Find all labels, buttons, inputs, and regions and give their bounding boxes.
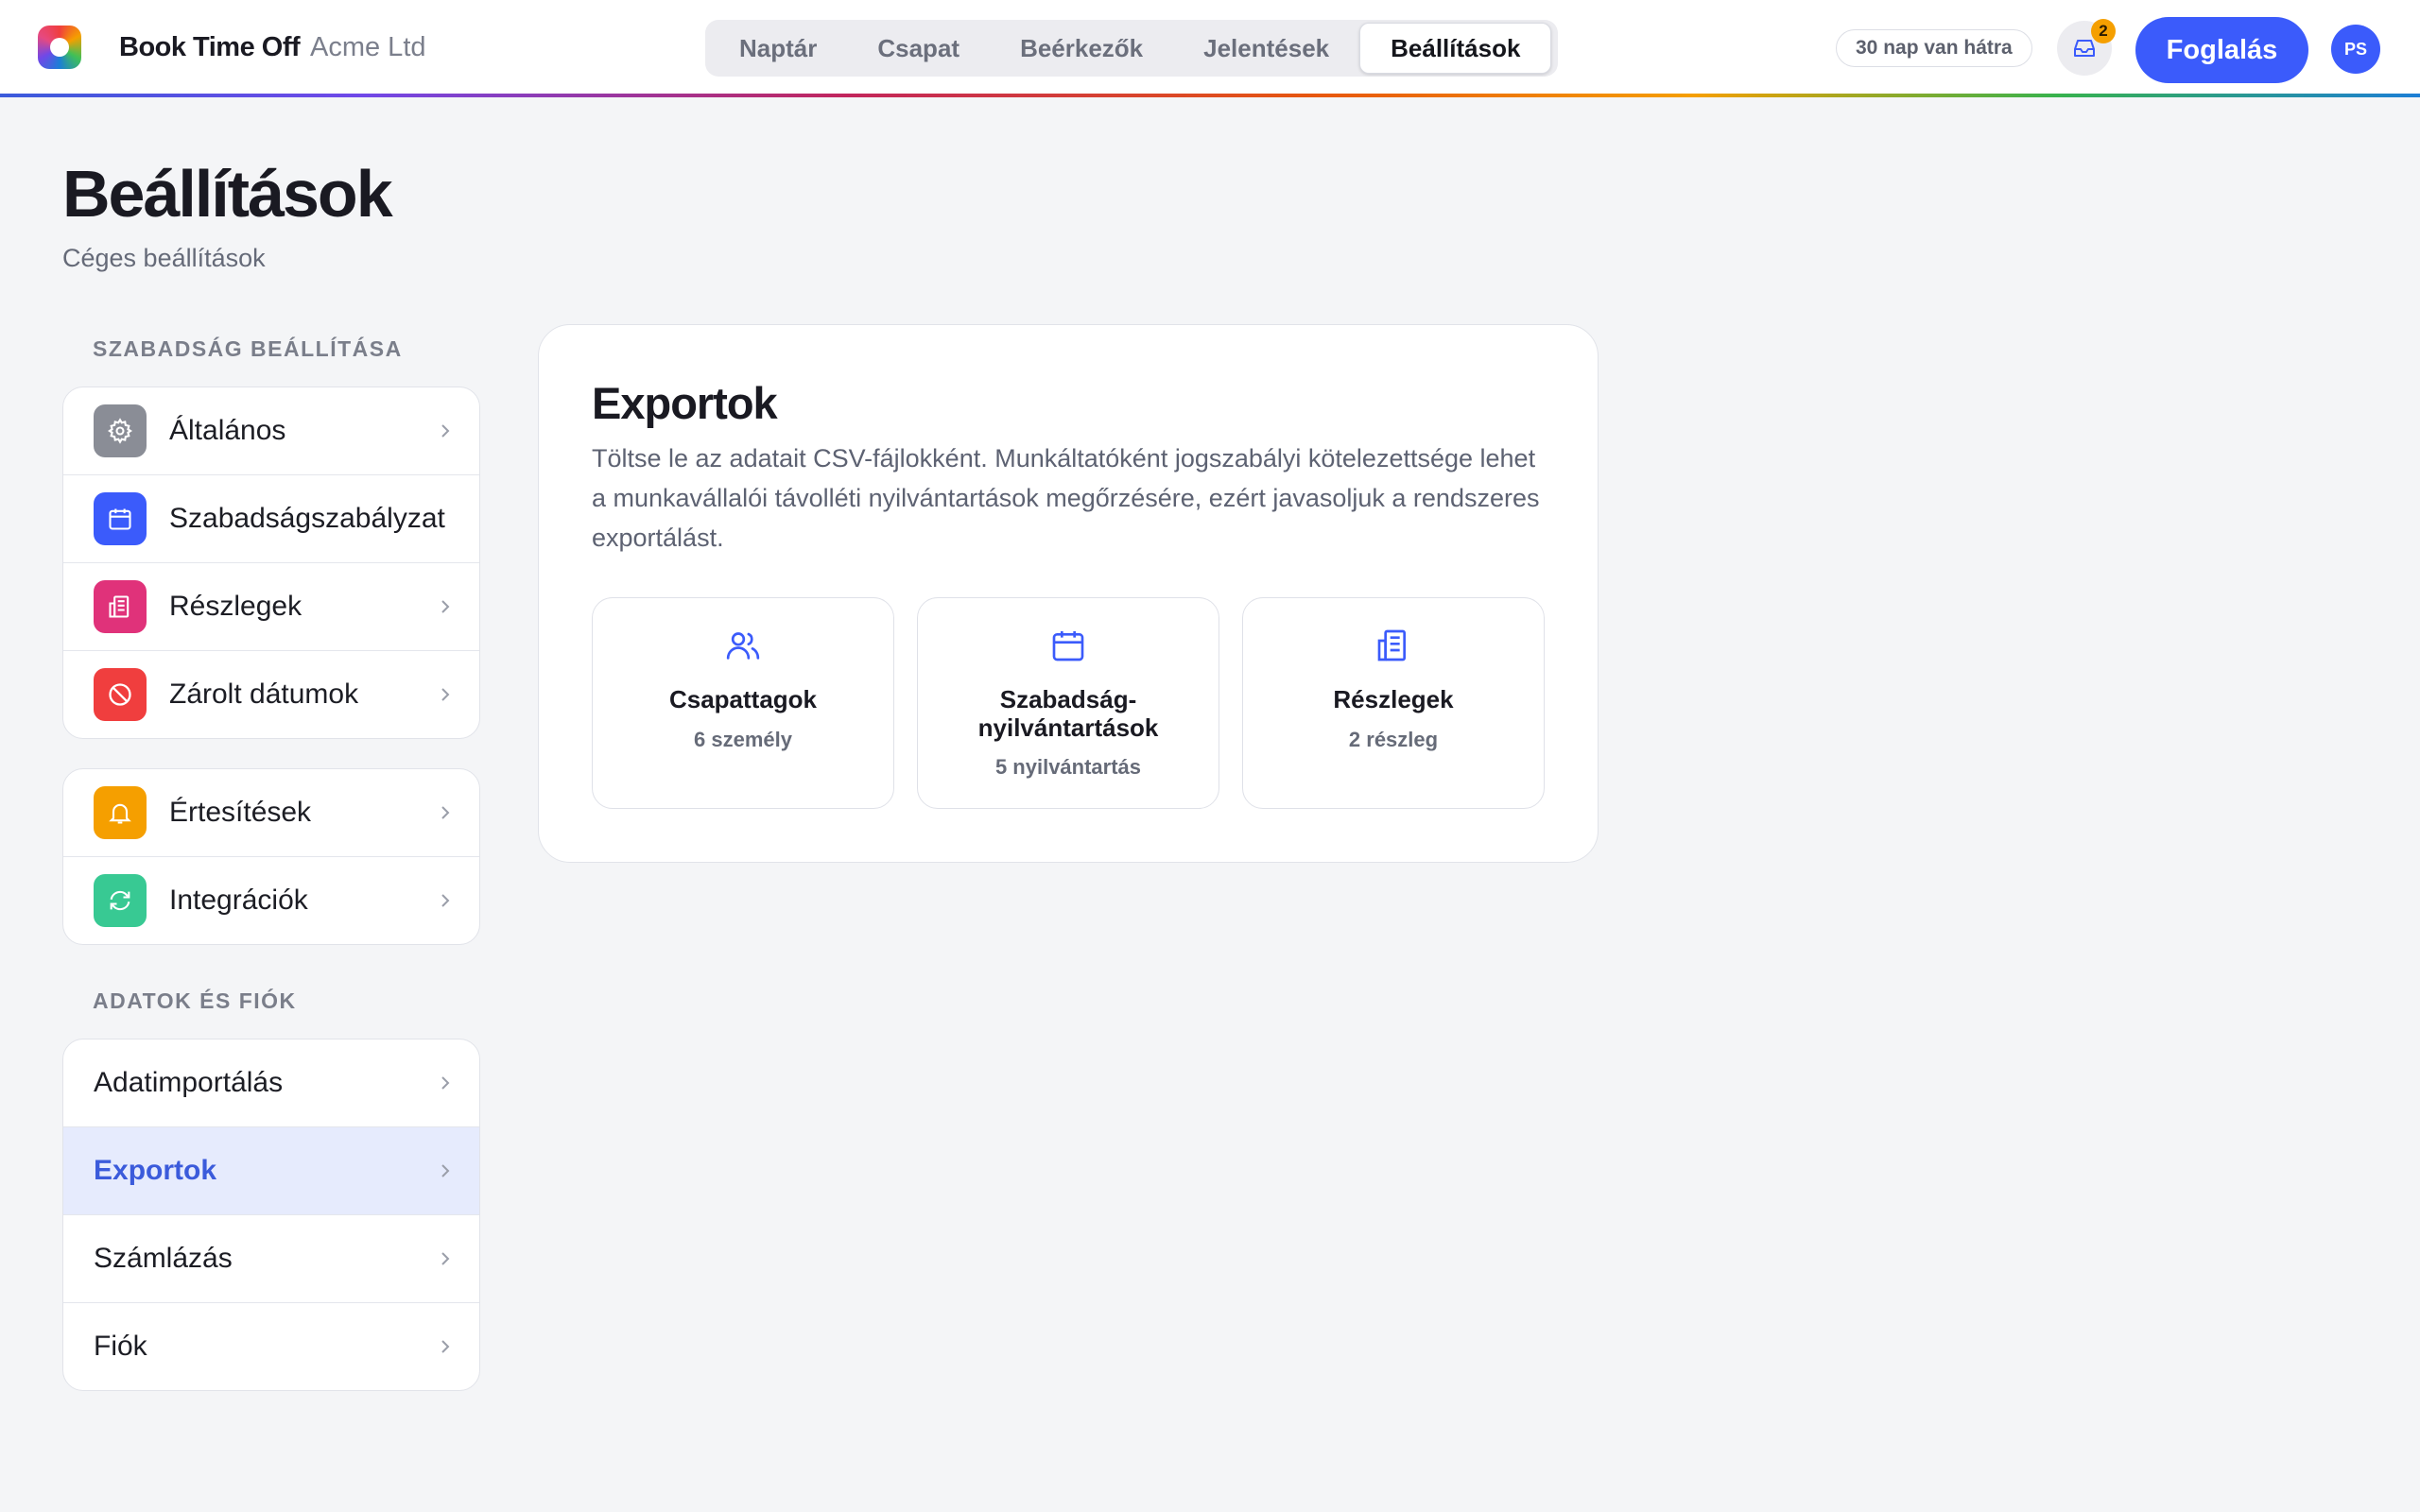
export-tile-title: Szabadság- nyilvántartások [918,685,1219,742]
menu-group-extras: Értesítések Integrációk [62,768,480,945]
chevron-right-icon [441,894,450,907]
sidebar-item-notifications[interactable]: Értesítések [63,769,479,857]
users-icon [726,632,760,660]
sidebar-item-label: Zárolt dátumok [169,679,359,710]
sidebar-item-label: Szabadságszabályzat [169,503,445,534]
export-tile-title: Csapattagok [668,685,818,713]
chevron-right-icon [441,688,450,701]
tab-calendar[interactable]: Naptár [709,24,847,73]
inbox-icon [2074,40,2095,57]
calendar-icon [1052,631,1084,662]
page-title: Beállítások [62,157,393,231]
avatar[interactable]: PS [2331,25,2380,74]
sidebar-item-blocked-dates[interactable]: Zárolt dátumok [63,651,479,738]
trial-badge: 30 nap van hátra [1836,29,2032,67]
sidebar-item-leave-policy[interactable]: Szabadságszabályzat [63,475,479,563]
chevron-right-icon [441,1164,450,1177]
brand-name: Book Time Off [119,32,301,62]
sidebar-item-data-import[interactable]: Adatimportálás [63,1040,479,1127]
menu-group-time-off: Általános Szabadságszabályzat Részlegek … [62,387,480,739]
sidebar-item-departments[interactable]: Részlegek [63,563,479,651]
app-logo[interactable] [38,26,81,69]
top-bar: Book Time Off Acme Ltd Naptár Csapat Beé… [0,0,2420,94]
export-tile-title: Részlegek [1333,685,1454,713]
export-tile-title-line: Szabadság- [999,685,1137,713]
sidebar-item-label: Részlegek [169,591,302,622]
tab-team[interactable]: Csapat [847,24,990,73]
inbox-count-badge: 2 [2091,19,2116,43]
bell-icon [94,786,147,839]
sidebar-item-label: Adatimportálás [94,1067,284,1098]
tab-reports[interactable]: Jelentések [1173,24,1359,73]
gear-icon [94,404,147,457]
chevron-right-icon [441,1076,450,1090]
exports-title: Exportok [592,378,778,428]
book-button[interactable]: Foglalás [2135,17,2308,83]
menu-group-data-account: Adatimportálás Exportok Számlázás Fiók [62,1039,480,1391]
sidebar-item-billing[interactable]: Számlázás [63,1215,479,1303]
chevron-right-icon [441,600,450,613]
export-tile-departments[interactable]: Részlegek 2 részleg [1242,597,1545,809]
sidebar-item-account[interactable]: Fiók [63,1303,479,1390]
sidebar-item-label: Általános [169,415,286,446]
sidebar-item-integrations[interactable]: Integrációk [63,857,479,944]
building-icon [1377,629,1406,662]
sidebar-item-label: Számlázás [94,1243,233,1274]
chevron-right-icon [441,1340,450,1353]
company-name: Acme Ltd [310,32,426,62]
exports-description: Töltse le az adatait CSV-fájlokként. Mun… [592,444,1540,552]
main-nav: Naptár Csapat Beérkezők Jelentések Beáll… [705,20,1558,77]
sidebar-item-exports[interactable]: Exportok [63,1127,479,1215]
tab-settings[interactable]: Beállítások [1359,23,1552,74]
export-tile-team-members[interactable]: Csapattagok 6 személy [592,597,894,809]
sidebar-item-label: Integrációk [169,885,308,916]
section-label-time-off: SZABADSÁG BEÁLLÍTÁSA [93,336,403,361]
building-icon [94,580,147,633]
chevron-right-icon [441,806,450,819]
exports-card: Exportok Töltse le az adatait CSV-fájlok… [538,324,1599,863]
export-tile-title-line: nyilvántartások [977,713,1159,742]
sidebar-item-label: Fiók [94,1331,147,1362]
block-icon [94,668,147,721]
export-tile-leave-records[interactable]: Szabadság- nyilvántartások 5 nyilvántart… [917,597,1219,809]
calendar-icon [94,492,147,545]
export-tile-count: 2 részleg [1348,728,1439,751]
sidebar-item-label: Exportok [94,1155,217,1186]
export-tile-count: 5 nyilvántartás [994,755,1142,779]
page-subtitle: Céges beállítások [62,244,266,272]
sidebar-item-general[interactable]: Általános [63,387,479,475]
export-tile-count: 6 személy [694,728,792,751]
chevron-right-icon [441,1252,450,1265]
tab-requests[interactable]: Beérkezők [990,24,1173,73]
sync-icon [94,874,147,927]
sidebar-item-label: Értesítések [169,797,312,828]
chevron-right-icon [441,424,450,438]
header-accent-line [0,94,2420,97]
section-label-data-account: ADATOK ÉS FIÓK [93,988,297,1013]
